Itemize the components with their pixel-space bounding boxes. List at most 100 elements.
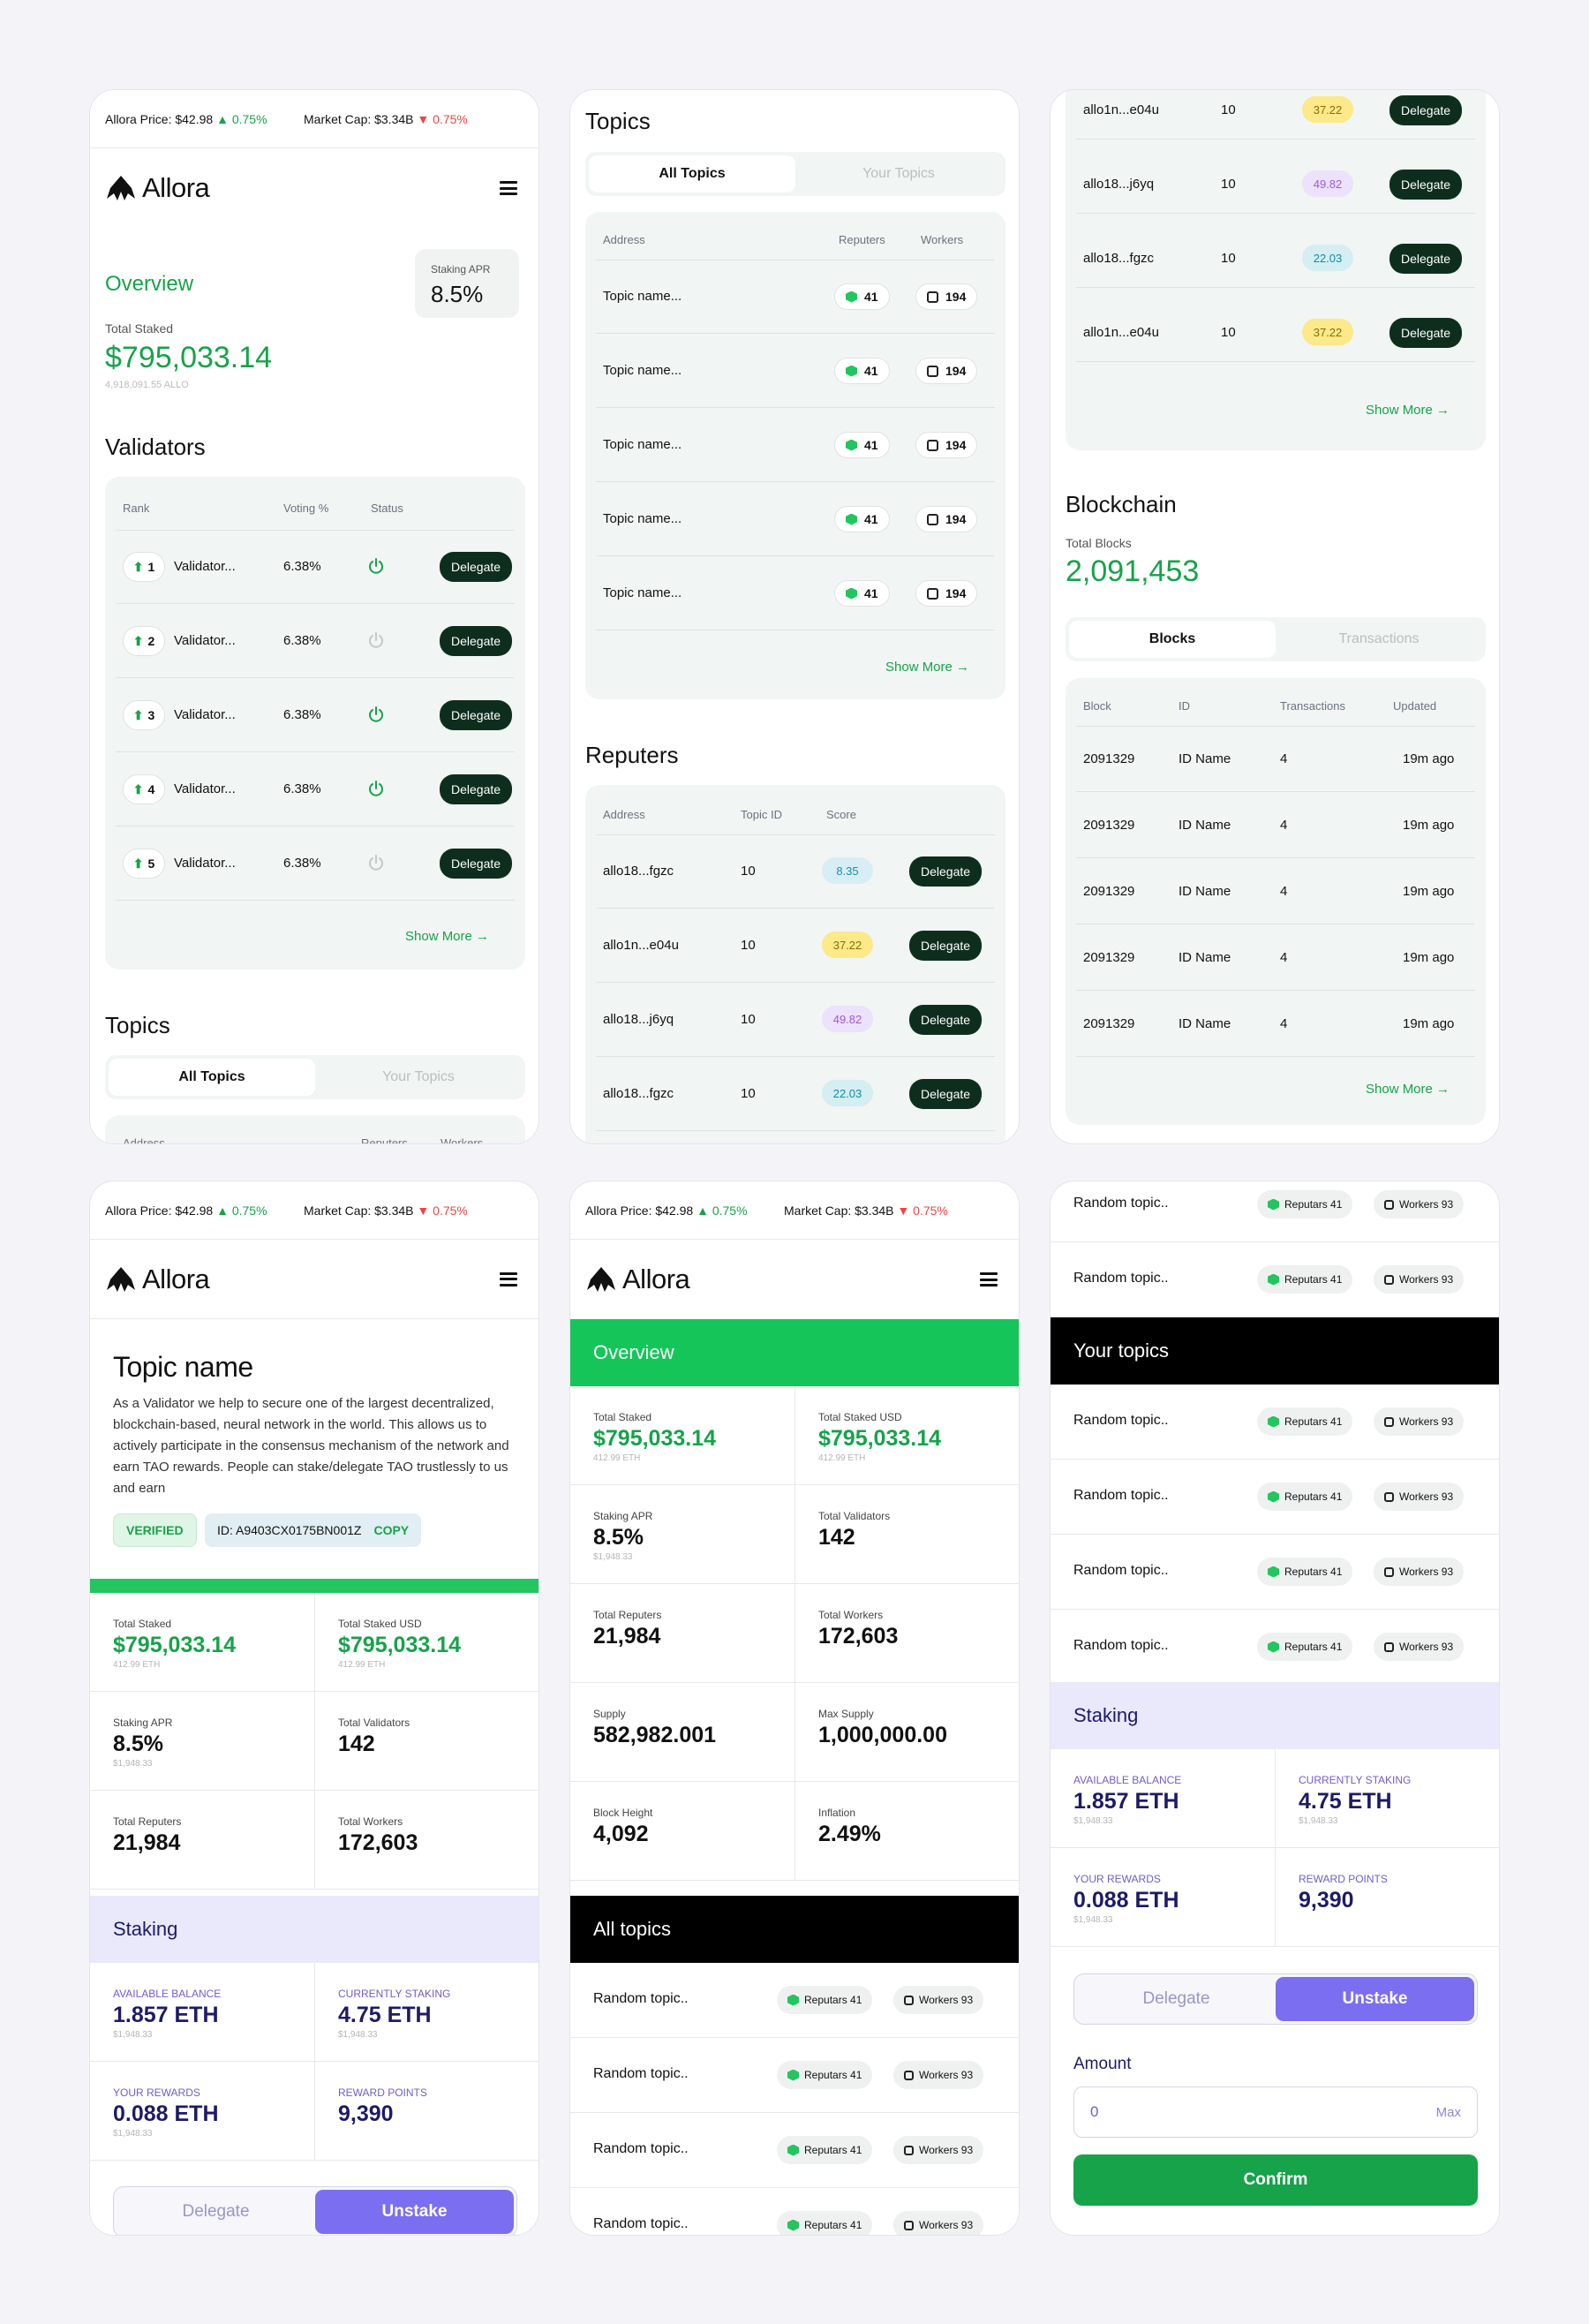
delegate-button[interactable]: Delegate: [440, 626, 513, 656]
delegate-tab[interactable]: Delegate: [1077, 1977, 1276, 2021]
stat-value: $795,033.14: [593, 1426, 717, 1451]
stat-label: Total Validators: [338, 1717, 410, 1729]
updated-time: 19m ago: [1403, 884, 1455, 899]
hamburger-menu-icon[interactable]: [980, 1272, 998, 1286]
delegate-button[interactable]: Delegate: [440, 552, 513, 582]
show-more-link[interactable]: Show More →: [1366, 1082, 1450, 1097]
stat-tile: Staking APR 8.5% $1,948.33: [570, 1485, 795, 1584]
hamburger-menu-icon[interactable]: [500, 1271, 517, 1286]
topic-row[interactable]: Random topic.. Reputars 41 Workers 93: [1051, 1460, 1499, 1535]
topic-row[interactable]: Random topic.. Reputars 41 Workers 93: [1051, 1535, 1499, 1610]
cube-icon: [787, 2069, 799, 2081]
delegate-tab[interactable]: Delegate: [117, 2190, 315, 2234]
delegate-button[interactable]: Delegate: [1389, 170, 1463, 200]
delegate-button[interactable]: Delegate: [909, 1079, 983, 1109]
topics-tabs: All Topics Your Topics: [585, 152, 1005, 196]
robot-icon: [1384, 1416, 1394, 1427]
tab-all-topics[interactable]: All Topics: [109, 1059, 315, 1096]
delegate-button[interactable]: Delegate: [440, 700, 513, 730]
block-row[interactable]: 2091329 ID Name 4 19m ago: [1076, 991, 1475, 1057]
workers-badge: Workers 93: [893, 2211, 984, 2235]
topic-row[interactable]: Topic name... 41 194: [596, 408, 995, 482]
tab-transactions[interactable]: Transactions: [1276, 621, 1482, 658]
cube-icon: [846, 290, 857, 303]
tab-all-topics[interactable]: All Topics: [589, 155, 795, 192]
topic-row[interactable]: Random topic.. Reputars 41 Workers 93: [570, 2113, 1019, 2188]
stat-label: Total Workers: [338, 1815, 403, 1828]
col-transactions: Transactions: [1280, 699, 1345, 713]
tx-count: 4: [1280, 751, 1288, 766]
delegate-button[interactable]: Delegate: [909, 1005, 983, 1035]
delegate-button[interactable]: Delegate: [1389, 95, 1463, 125]
workers-badge: Workers 93: [893, 2136, 984, 2164]
col-topic-id: Topic ID: [741, 808, 782, 821]
delegate-button[interactable]: Delegate: [909, 931, 983, 961]
topic-row[interactable]: Random topic.. Reputars 41 Workers 93: [570, 2188, 1019, 2235]
block-row[interactable]: 2091329 ID Name 4 19m ago: [1076, 792, 1475, 858]
workers-count: 194: [915, 432, 978, 458]
stat-value: 8.5%: [113, 1732, 163, 1756]
col-updated: Updated: [1393, 699, 1437, 713]
delegate-button[interactable]: Delegate: [440, 849, 513, 879]
topic-row[interactable]: Random topic.. Reputars 41 Workers 93: [570, 1963, 1019, 2038]
hamburger-menu-icon[interactable]: [500, 181, 517, 195]
tab-your-topics[interactable]: Your Topics: [795, 155, 1002, 192]
card-blockchain: allo1n...e04u 10 37.22 Delegate allo18...j6y…: [1050, 89, 1500, 1144]
stat-label: Staking APR: [113, 1717, 173, 1729]
logo[interactable]: Allora: [105, 172, 210, 204]
topic-row[interactable]: Random topic.. Reputars 41 Workers 93: [570, 2038, 1019, 2113]
topic-row[interactable]: Topic name... 41 194: [596, 482, 995, 556]
show-more-link[interactable]: Show More →: [1366, 403, 1450, 418]
topic-id: 10: [741, 1086, 756, 1101]
stat-sub: $1,948.33: [1073, 1915, 1113, 1925]
show-more-link[interactable]: Show More →: [405, 929, 489, 944]
validator-name: Validator...: [174, 856, 236, 871]
topic-row[interactable]: Random topic.. Reputars 41 Workers 93: [1051, 1181, 1499, 1242]
topic-row[interactable]: Topic name... 41 194: [596, 556, 995, 630]
block-row[interactable]: 2091329 ID Name 4 19m ago: [1076, 924, 1475, 991]
unstake-tab[interactable]: Unstake: [1276, 1977, 1474, 2021]
max-button[interactable]: Max: [1436, 2105, 1461, 2120]
stat-sub: $1,948.33: [113, 1759, 153, 1769]
topic-row[interactable]: Random topic.. Reputars 41 Workers 93: [1051, 1610, 1499, 1685]
col-workers: Workers: [921, 233, 964, 246]
logo[interactable]: Allora: [105, 1264, 210, 1295]
total-staked-value: $795,033.14: [105, 341, 273, 374]
reputer-address: allo18...fgzc: [603, 864, 674, 879]
delegate-button[interactable]: Delegate: [1389, 244, 1463, 274]
stat-label: Available Balance: [113, 1988, 222, 2000]
logo[interactable]: Allora: [585, 1264, 690, 1295]
stat-label: Currently Staking: [1299, 1774, 1412, 1786]
show-more-link[interactable]: Show More →: [885, 660, 969, 675]
price-change: ▲ 0.75%: [216, 111, 267, 126]
stat-label: Staking APR: [593, 1510, 653, 1522]
stat-value: 172,603: [818, 1624, 899, 1649]
confirm-button[interactable]: Confirm: [1073, 2154, 1478, 2206]
price-label: Allora Price: $42.98: [105, 1203, 214, 1218]
tab-blocks[interactable]: Blocks: [1069, 621, 1276, 658]
block-row[interactable]: 2091329 ID Name 4 19m ago: [1076, 726, 1475, 792]
delegate-button[interactable]: Delegate: [440, 774, 513, 804]
topic-row[interactable]: Random topic.. Reputars 41 Workers 93: [1051, 1242, 1499, 1317]
topic-name: Topic name...: [603, 437, 682, 452]
tab-your-topics[interactable]: Your Topics: [315, 1059, 522, 1096]
amount-input[interactable]: 0 Max: [1073, 2086, 1478, 2138]
stat-value: 2.49%: [818, 1822, 881, 1846]
workers-badge: Workers 93: [1374, 1265, 1465, 1294]
topic-row[interactable]: Topic name... 41 194: [596, 260, 995, 334]
delegate-button[interactable]: Delegate: [909, 856, 983, 887]
mcap-label: Market Cap: $3.34B: [304, 1203, 414, 1218]
delegate-button[interactable]: Delegate: [1389, 318, 1463, 348]
stat-tile: Available Balance 1.857 ETH $1,948.33: [1051, 1749, 1276, 1848]
unstake-tab[interactable]: Unstake: [315, 2190, 514, 2234]
topic-row[interactable]: Topic name... 41 194: [596, 334, 995, 408]
copy-button[interactable]: COPY: [373, 1523, 409, 1537]
block-id: ID Name: [1179, 1016, 1231, 1031]
block-row[interactable]: 2091329 ID Name 4 19m ago: [1076, 858, 1475, 924]
cube-icon: [846, 365, 857, 377]
topic-id: 10: [1221, 102, 1236, 117]
stat-label: Block Height: [593, 1807, 653, 1819]
topic-row[interactable]: Random topic.. Reputars 41 Workers 93: [1051, 1385, 1499, 1460]
stat-label: Available Balance: [1073, 1774, 1182, 1786]
stat-label: Total Staked USD: [818, 1411, 902, 1423]
